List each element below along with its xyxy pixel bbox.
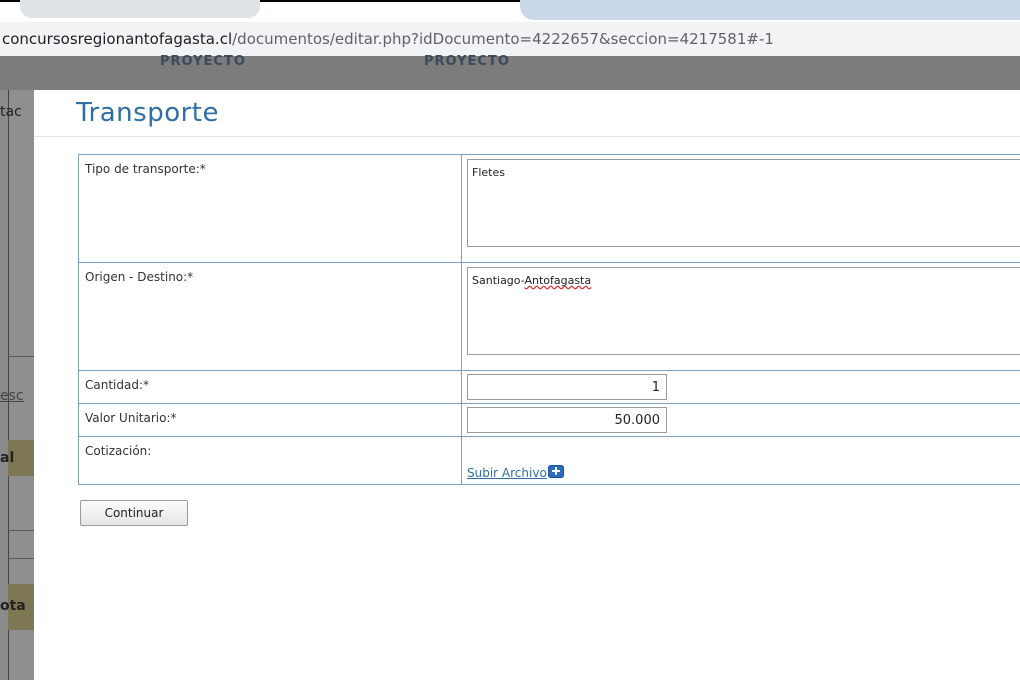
cantidad-label: Cantidad:* bbox=[78, 370, 462, 404]
cantidad-cell: 1 bbox=[461, 370, 1020, 404]
title-divider bbox=[34, 136, 1020, 137]
origen-value-prefix: Santiago- bbox=[472, 274, 525, 287]
transport-form: Tipo de transporte:* Fletes Origen - Des… bbox=[78, 154, 1020, 485]
browser-tab-strip bbox=[0, 0, 1020, 24]
origen-cell: Santiago-Antofagasta bbox=[461, 262, 1020, 371]
cantidad-input[interactable]: 1 bbox=[467, 374, 667, 400]
form-row-valor: Valor Unitario:* 50.000 bbox=[78, 403, 1020, 437]
browser-tab[interactable] bbox=[20, 0, 260, 18]
cotizacion-label: Cotización: bbox=[78, 436, 462, 485]
valor-unitario-input[interactable]: 50.000 bbox=[467, 407, 667, 433]
url-path: /documentos/editar.php?idDocumento=42226… bbox=[232, 30, 774, 48]
form-row-cotizacion: Cotización: Subir Archivo bbox=[78, 436, 1020, 485]
tipo-textarea[interactable]: Fletes bbox=[467, 159, 1020, 247]
background-fragment-3: al bbox=[0, 450, 15, 466]
address-bar[interactable]: concursosregionantofagasta.cl/documentos… bbox=[0, 22, 1020, 57]
background-header-right: PROYECTO bbox=[424, 54, 510, 69]
form-row-origen: Origen - Destino:* Santiago-Antofagasta bbox=[78, 262, 1020, 371]
plus-icon[interactable] bbox=[547, 465, 564, 478]
background-fragment-2: esc bbox=[0, 388, 24, 404]
valor-cell: 50.000 bbox=[461, 403, 1020, 437]
url-host: concursosregionantofagasta.cl bbox=[2, 30, 233, 48]
form-row-cantidad: Cantidad:* 1 bbox=[78, 370, 1020, 404]
background-divider bbox=[8, 530, 34, 531]
background-divider bbox=[8, 558, 34, 559]
transport-modal: Transporte Tipo de transporte:* Fletes O… bbox=[34, 90, 1020, 680]
background-divider bbox=[8, 356, 34, 357]
upload-file-link[interactable]: Subir Archivo bbox=[467, 465, 564, 480]
tipo-cell: Fletes bbox=[461, 154, 1020, 263]
background-fragment-1: tac bbox=[0, 104, 22, 120]
browser-tab-active[interactable] bbox=[520, 0, 1020, 20]
origen-value-misspelled: Antofagasta bbox=[524, 274, 592, 287]
background-header-left: PROYECTO bbox=[160, 54, 246, 69]
background-fragment-4: ota bbox=[0, 598, 26, 614]
continue-button[interactable]: Continuar bbox=[80, 500, 188, 526]
modal-title: Transporte bbox=[76, 98, 219, 128]
cotizacion-cell: Subir Archivo bbox=[461, 436, 1020, 485]
origen-label: Origen - Destino:* bbox=[78, 262, 462, 371]
origen-textarea[interactable]: Santiago-Antofagasta bbox=[467, 267, 1020, 355]
tipo-label: Tipo de transporte:* bbox=[78, 154, 462, 263]
background-header bbox=[0, 56, 1020, 90]
form-row-tipo: Tipo de transporte:* Fletes bbox=[78, 154, 1020, 263]
address-url[interactable]: concursosregionantofagasta.cl/documentos… bbox=[2, 30, 774, 48]
upload-file-label: Subir Archivo bbox=[467, 466, 547, 480]
valor-label: Valor Unitario:* bbox=[78, 403, 462, 437]
